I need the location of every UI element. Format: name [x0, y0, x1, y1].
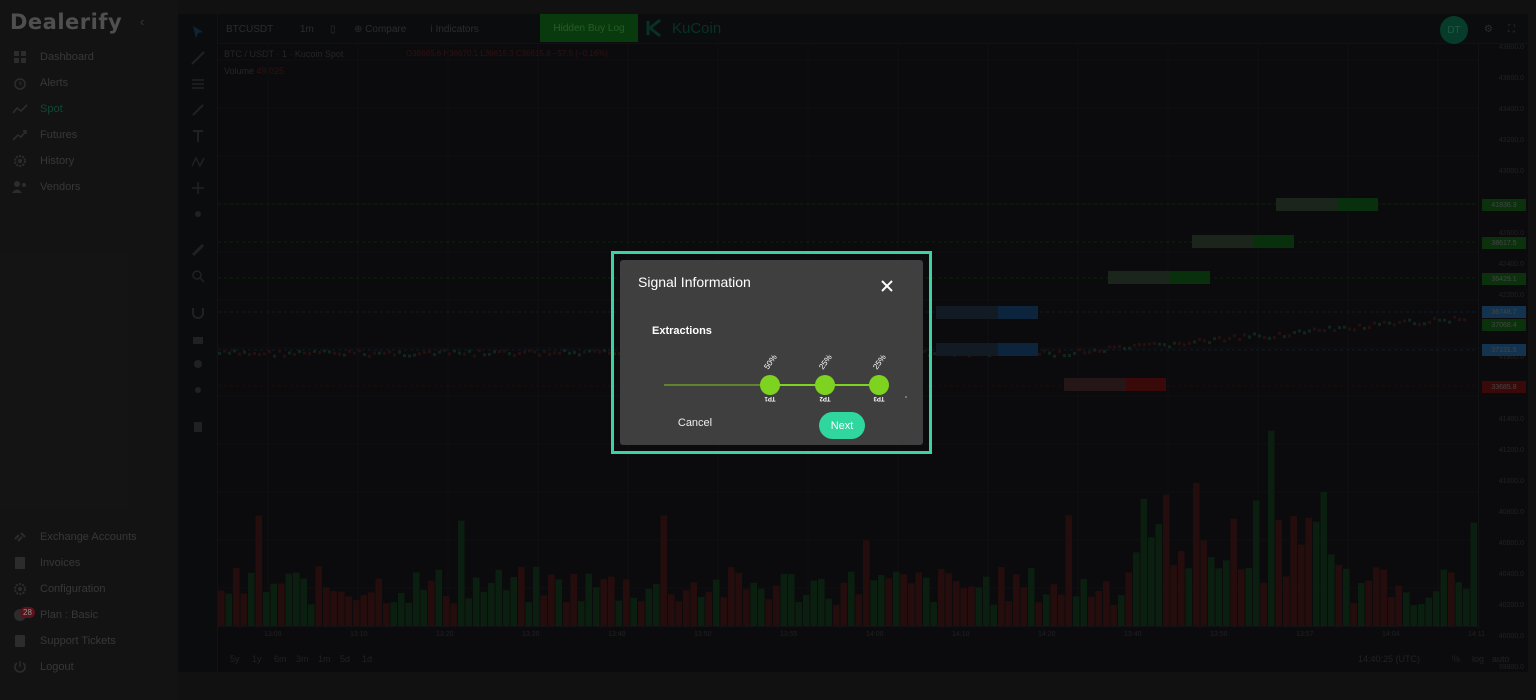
take-profit-label: TP3: [873, 395, 885, 401]
dialog-title: Signal Information: [638, 274, 751, 290]
slider-end-dot: [905, 396, 907, 398]
take-profit-percent: 25%: [871, 353, 888, 371]
signal-information-dialog: Signal Information Extractions 50% TP1 25%…: [620, 260, 923, 445]
extractions-slider[interactable]: 50% TP1 25% TP2 25% TP3: [620, 348, 923, 408]
take-profit-handle[interactable]: [760, 375, 780, 395]
take-profit-label: TP2: [819, 395, 831, 401]
take-profit-handle[interactable]: [869, 375, 889, 395]
take-profit-percent: 50%: [762, 353, 779, 371]
cancel-button[interactable]: Cancel: [665, 412, 725, 434]
take-profit-percent: 25%: [817, 353, 834, 371]
close-icon[interactable]: [879, 278, 895, 294]
take-profit-label: TP1: [764, 395, 776, 401]
extractions-label: Extractions: [652, 325, 712, 337]
next-button[interactable]: Next: [819, 412, 865, 439]
take-profit-handle[interactable]: [815, 375, 835, 395]
